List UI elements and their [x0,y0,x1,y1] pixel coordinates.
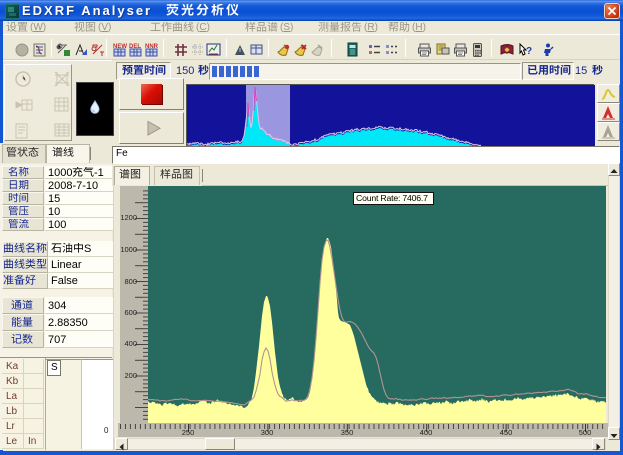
svg-text:300: 300 [261,428,274,437]
svg-text:500: 500 [579,428,592,437]
svg-text:600: 600 [124,308,137,317]
svg-text:350: 350 [341,428,354,437]
svg-text:250: 250 [182,428,195,437]
svg-text:1200: 1200 [120,213,137,222]
svg-text:200: 200 [124,371,137,380]
svg-text:400: 400 [124,339,137,348]
svg-text:800: 800 [124,277,137,286]
svg-text:450: 450 [500,428,513,437]
svg-text:?: ? [526,46,532,57]
svg-text:1000: 1000 [120,245,137,254]
svg-text:400: 400 [420,428,433,437]
